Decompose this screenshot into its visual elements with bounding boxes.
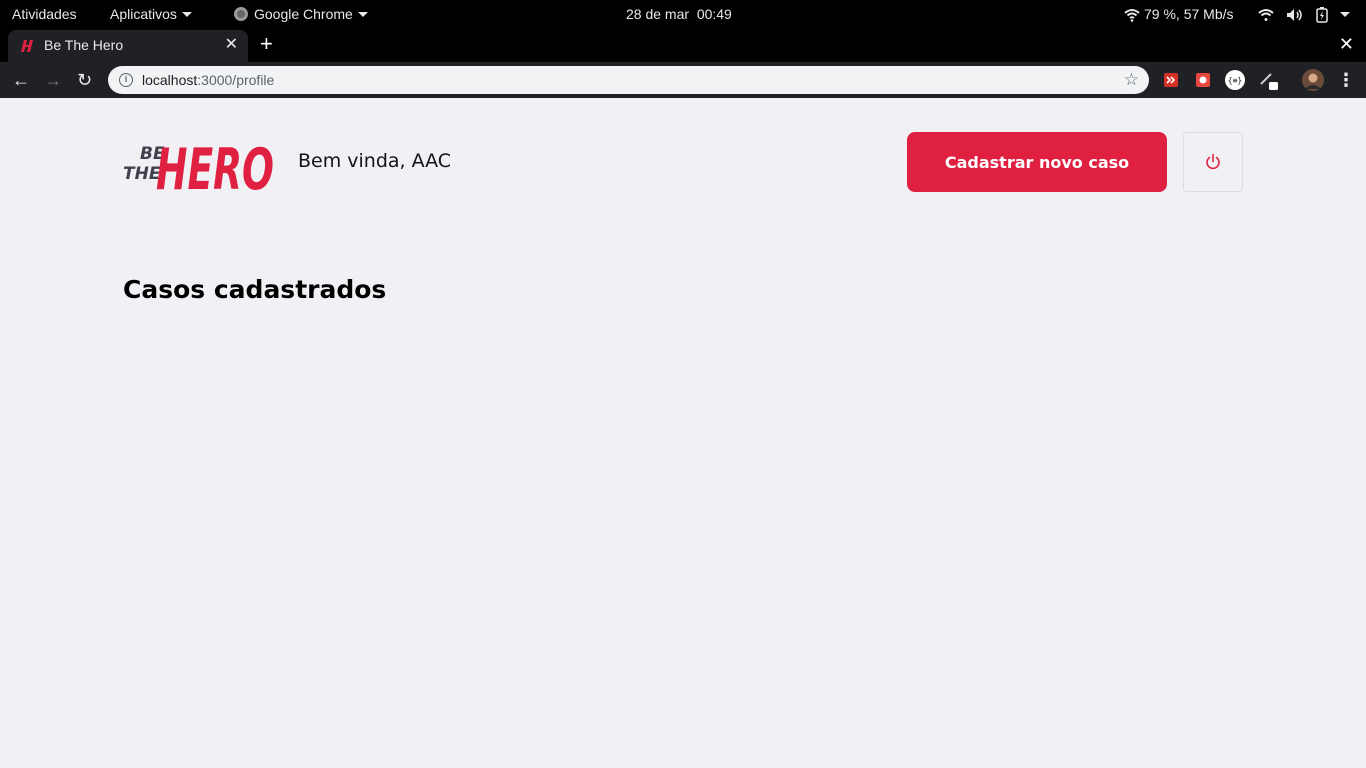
url-path: :3000/profile [197, 72, 275, 88]
pen-tool-icon[interactable] [1259, 70, 1279, 90]
wifi-icon [1258, 9, 1274, 22]
chevron-down-icon [1339, 11, 1350, 17]
window-close-icon[interactable]: ✕ [1339, 28, 1354, 60]
extension-puzzle-icon[interactable] [1193, 70, 1213, 90]
wifi-icon [1124, 9, 1140, 23]
clock[interactable]: 28 de mar 00:49 [626, 0, 732, 28]
be-the-hero-logo: BE THE HERO [123, 137, 274, 194]
applications-label: Aplicativos [110, 6, 177, 22]
svg-text:{≡}: {≡} [1228, 76, 1242, 85]
logout-button[interactable] [1183, 132, 1243, 192]
be-the-hero-favicon-icon [21, 40, 33, 52]
forward-icon[interactable]: → [44, 62, 62, 98]
profile-avatar[interactable] [1302, 69, 1324, 91]
browser-toolbar: ← → ↻ i localhost:3000/profile ☆ {≡} ⋮ [0, 62, 1366, 98]
system-top-bar: Atividades Aplicativos Google Chrome 28 … [0, 0, 1366, 28]
chrome-icon [234, 6, 248, 21]
tab-title: Be The Hero [44, 37, 124, 53]
reload-icon[interactable]: ↻ [77, 62, 92, 98]
address-bar[interactable]: i localhost:3000/profile ☆ [108, 66, 1149, 94]
app-name-label: Google Chrome [254, 6, 353, 22]
app-menu[interactable]: Google Chrome [234, 0, 368, 28]
info-icon[interactable]: i [119, 73, 133, 87]
power-icon [1206, 153, 1220, 170]
extension-red-icon[interactable] [1161, 70, 1181, 90]
json-viewer-icon[interactable]: {≡} [1225, 70, 1245, 90]
chevron-down-icon [181, 11, 192, 17]
new-case-button[interactable]: Cadastrar novo caso [907, 132, 1167, 192]
volume-icon [1286, 9, 1302, 22]
chevron-down-icon [357, 11, 368, 17]
welcome-message: Bem vinda, AAC [298, 150, 452, 172]
new-tab-button[interactable]: + [260, 28, 273, 60]
url-text[interactable]: localhost:3000/profile [142, 66, 274, 94]
more-menu-icon[interactable]: ⋮ [1337, 62, 1355, 98]
network-status-label: 79 %, 57 Mb/s [1144, 6, 1234, 22]
star-icon[interactable]: ☆ [1124, 66, 1139, 94]
page-title: Casos cadastrados [123, 275, 387, 304]
back-icon[interactable]: ← [12, 62, 30, 98]
activities-button[interactable]: Atividades [12, 0, 77, 28]
applications-menu[interactable]: Aplicativos [110, 0, 192, 28]
tab-be-the-hero[interactable]: Be The Hero ✕ [8, 30, 248, 62]
tab-close-icon[interactable]: ✕ [225, 30, 238, 60]
tab-strip: Be The Hero ✕ + ✕ [0, 28, 1366, 62]
battery-icon [1316, 7, 1328, 24]
url-host: localhost [142, 72, 198, 88]
system-menu[interactable] [1258, 0, 1350, 28]
logo-text-hero: HERO [156, 137, 274, 194]
network-status[interactable]: 79 %, 57 Mb/s [1124, 0, 1234, 28]
